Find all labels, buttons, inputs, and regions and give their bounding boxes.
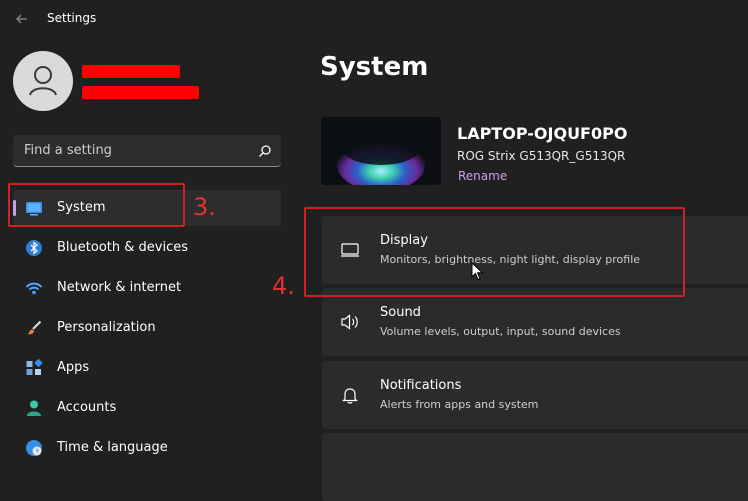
redacted-user-name	[82, 65, 180, 78]
speaker-icon	[339, 311, 361, 333]
search-icon[interactable]	[256, 142, 274, 160]
search-box[interactable]	[13, 135, 281, 167]
sidebar-item-apps[interactable]: Apps	[13, 350, 281, 386]
device-model: ROG Strix G513QR_G513QR	[457, 149, 626, 163]
mouse-cursor-icon	[471, 261, 485, 282]
page-title: System	[320, 52, 429, 82]
accounts-icon	[25, 399, 43, 417]
sidebar-item-label: Network & internet	[57, 280, 182, 295]
sidebar-item-label: Time & language	[57, 440, 168, 455]
sidebar-item-time-language[interactable]: Time & language	[13, 430, 281, 466]
sidebar-item-network[interactable]: Network & internet	[13, 270, 281, 306]
sidebar-item-label: Apps	[57, 360, 90, 375]
device-name: LAPTOP-OJQUF0PO	[457, 124, 628, 143]
globe-clock-icon	[25, 439, 43, 457]
window-title: Settings	[47, 11, 97, 25]
apps-icon	[25, 358, 43, 377]
sidebar-item-label: Bluetooth & devices	[57, 240, 188, 255]
annotation-step-4: 4.	[272, 272, 295, 300]
sidebar-item-bluetooth[interactable]: Bluetooth & devices	[13, 230, 281, 266]
paintbrush-icon	[25, 319, 43, 337]
title-bar: Settings	[0, 0, 748, 38]
setting-card-notifications[interactable]: Notifications Alerts from apps and syste…	[322, 361, 748, 429]
annotation-box-step-3	[8, 183, 185, 227]
sidebar-item-label: Personalization	[57, 320, 156, 335]
setting-card-partial[interactable]	[322, 433, 748, 501]
search-input[interactable]	[13, 135, 248, 166]
rename-link[interactable]: Rename	[458, 169, 507, 183]
bell-icon	[339, 384, 361, 406]
card-title: Sound	[380, 305, 421, 320]
sidebar-item-accounts[interactable]: Accounts	[13, 390, 281, 426]
setting-card-sound[interactable]: Sound Volume levels, output, input, soun…	[322, 288, 748, 356]
device-wallpaper-thumbnail[interactable]	[321, 117, 441, 185]
avatar[interactable]	[13, 51, 73, 111]
back-arrow-icon[interactable]	[12, 9, 32, 29]
wifi-icon	[25, 279, 43, 297]
card-subtitle: Volume levels, output, input, sound devi…	[380, 325, 621, 338]
sidebar-item-personalization[interactable]: Personalization	[13, 310, 281, 346]
bluetooth-icon	[25, 239, 43, 257]
redacted-user-email	[82, 86, 199, 99]
card-subtitle: Alerts from apps and system	[380, 398, 539, 411]
card-title: Notifications	[380, 378, 462, 393]
sidebar-item-label: Accounts	[57, 400, 117, 415]
annotation-step-3: 3.	[193, 193, 216, 221]
annotation-box-step-4	[304, 207, 685, 297]
person-icon	[29, 66, 57, 96]
